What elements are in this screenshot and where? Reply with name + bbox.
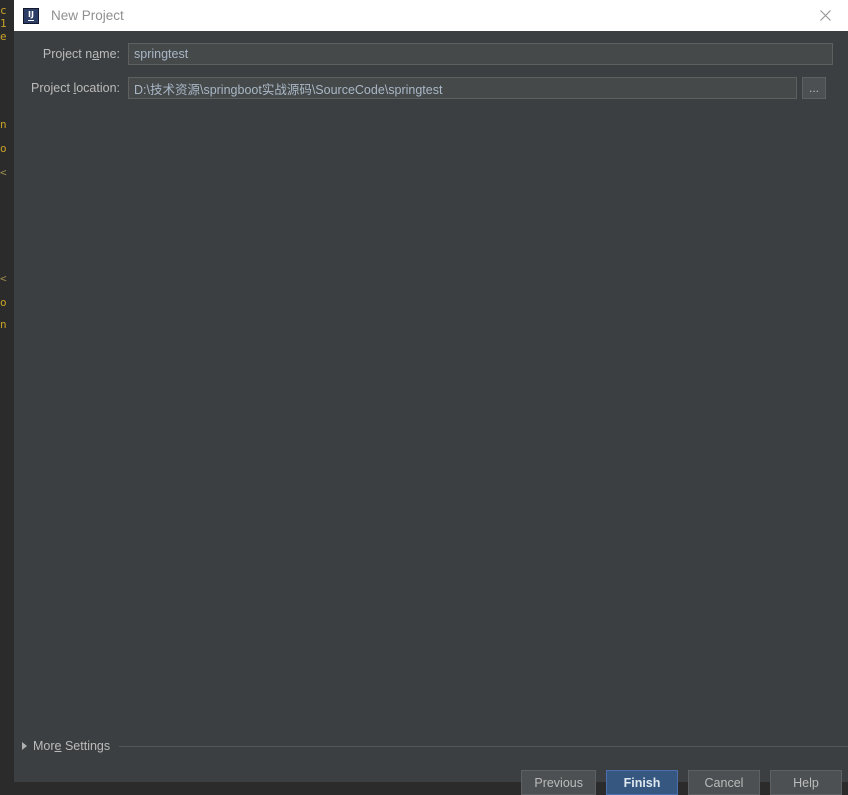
previous-button[interactable]: Previous <box>521 770 596 795</box>
dialog-button-bar: Previous Finish Cancel Help <box>521 770 842 795</box>
project-name-row: Project name: springtest <box>14 43 848 65</box>
more-settings-row: More Settings <box>14 733 848 759</box>
new-project-dialog: IJ New Project Project name: springtest … <box>14 0 848 782</box>
browse-location-button[interactable]: ... <box>802 77 826 99</box>
close-window-button[interactable] <box>802 0 848 31</box>
project-name-label: Project name: <box>14 47 128 61</box>
more-settings-toggle[interactable]: More Settings <box>22 739 110 753</box>
chevron-right-icon <box>22 742 27 750</box>
dialog-title: New Project <box>51 8 124 23</box>
ide-code-fragment: < <box>0 272 7 285</box>
cancel-button[interactable]: Cancel <box>688 770 760 795</box>
project-location-row: Project location: D:\技术资源\springboot实战源码… <box>14 77 848 99</box>
project-location-input[interactable]: D:\技术资源\springboot实战源码\SourceCode\spring… <box>128 77 797 99</box>
ide-code-fragment: 1 <box>0 17 7 30</box>
project-location-value: D:\技术资源\springboot实战源码\SourceCode\spring… <box>134 79 442 98</box>
ide-code-fragment: c <box>0 4 7 17</box>
ide-code-fragment: o <box>0 296 7 309</box>
project-location-label: Project location: <box>14 81 128 95</box>
ide-code-fragment: n <box>0 318 7 331</box>
finish-button[interactable]: Finish <box>606 770 678 795</box>
more-settings-separator <box>119 746 848 747</box>
more-settings-label: More Settings <box>33 739 110 753</box>
app-icon-label: IJ <box>28 11 34 21</box>
close-icon <box>820 10 831 21</box>
project-name-input[interactable]: springtest <box>128 43 833 65</box>
intellij-idea-icon: IJ <box>23 8 39 24</box>
ide-code-fragment: n <box>0 118 7 131</box>
ide-code-fragment: < <box>0 166 7 179</box>
ide-code-fragment: e <box>0 30 7 43</box>
project-name-value: springtest <box>134 47 188 61</box>
help-button[interactable]: Help <box>770 770 842 795</box>
dialog-titlebar: IJ New Project <box>14 0 848 31</box>
ide-code-fragment: o <box>0 142 7 155</box>
